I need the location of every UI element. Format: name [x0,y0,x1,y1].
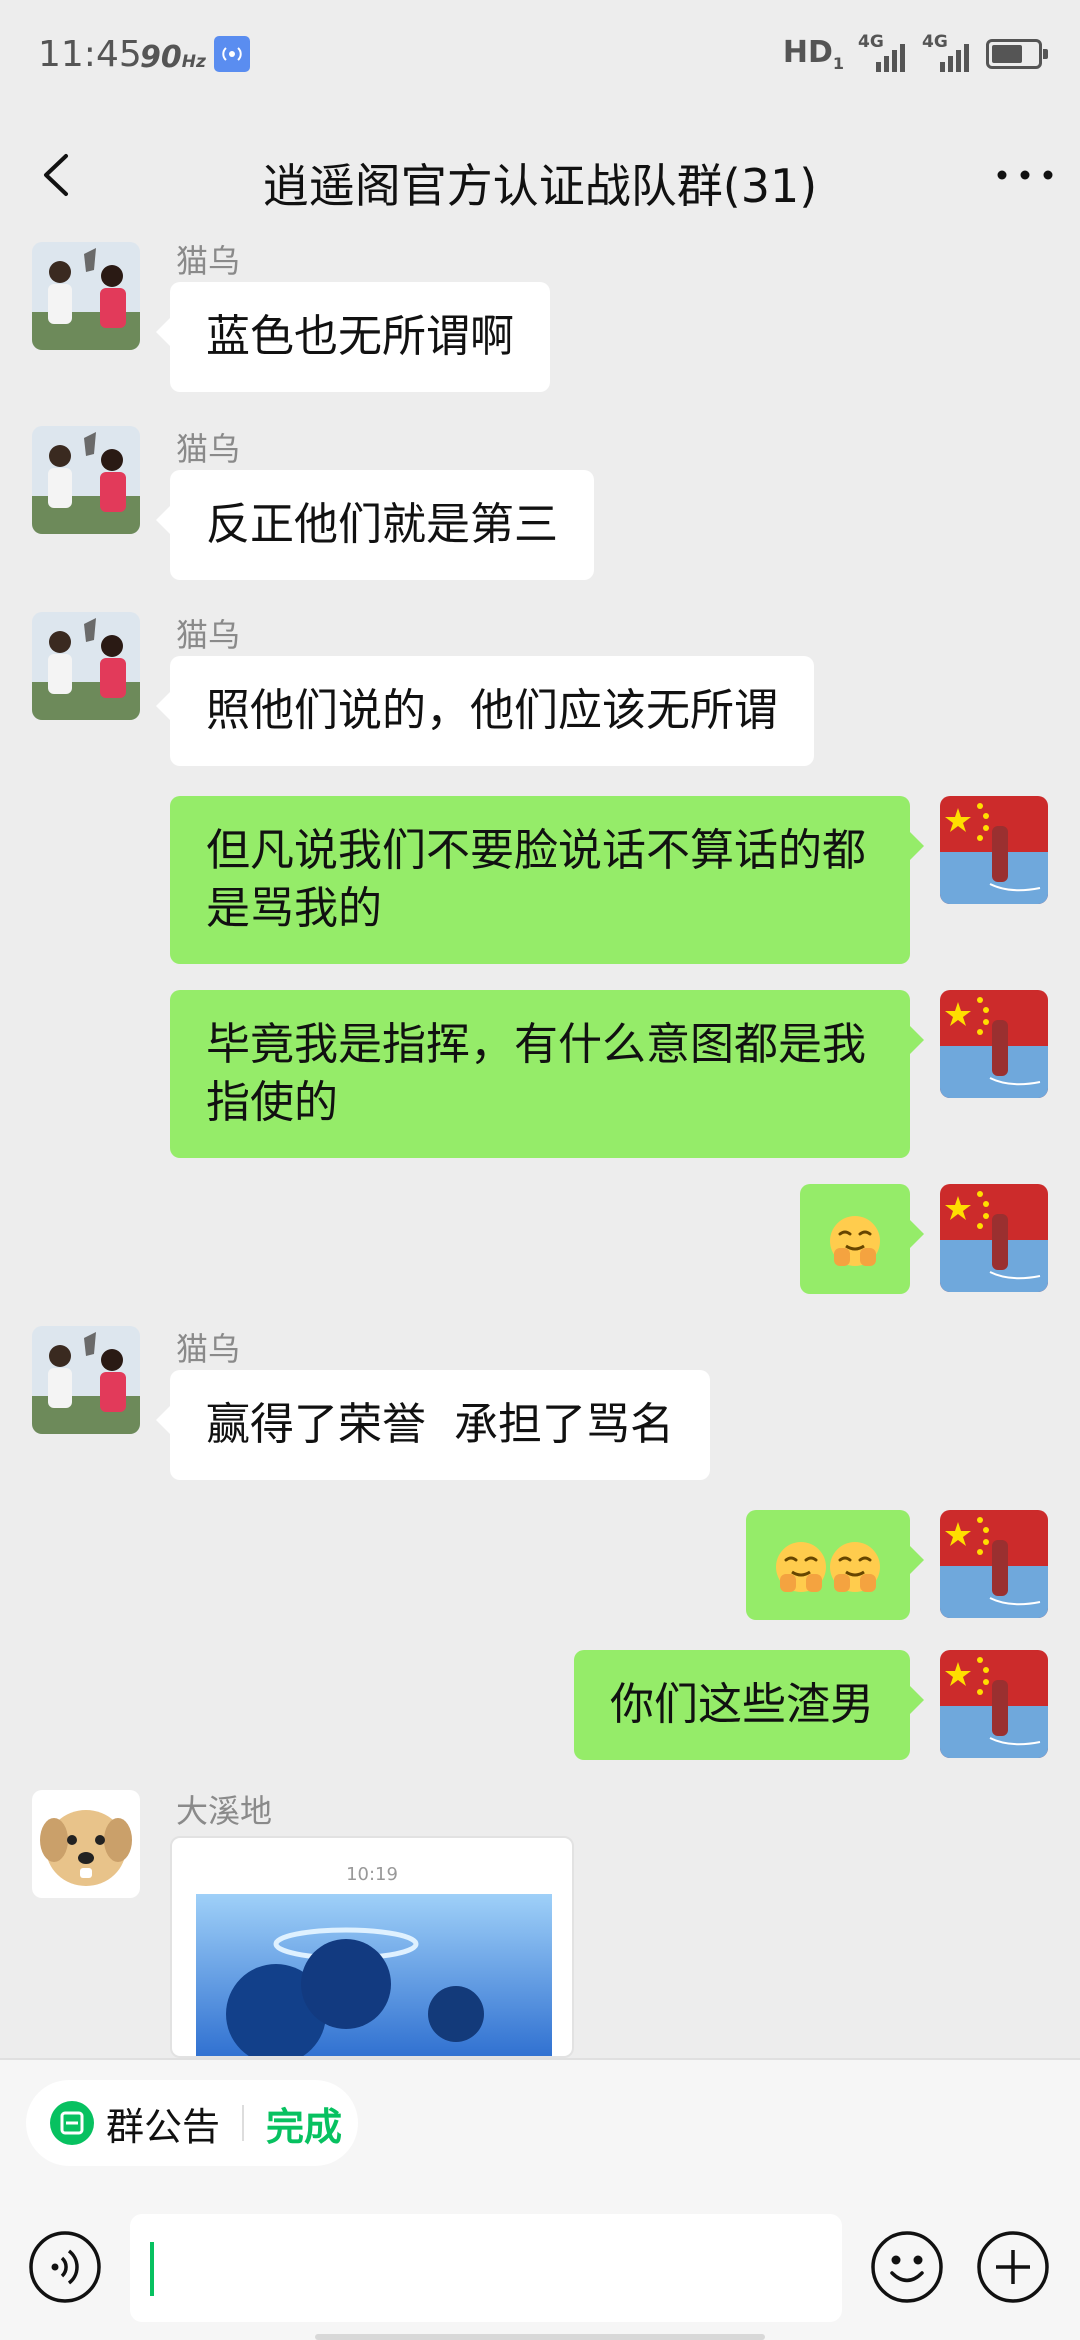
avatar[interactable] [940,990,1048,1098]
signal-icon-sim2: 4G [922,32,972,72]
message-bubble[interactable]: 蓝色也无所谓啊 [156,282,550,392]
message-bubble[interactable] [800,1184,924,1294]
more-button[interactable] [990,142,1060,208]
chat-header: 逍遥阁官方认证战队群(31) [0,110,1080,240]
emoji-button[interactable] [870,2230,944,2304]
smiley-icon [871,2231,943,2303]
image-card-time: 10:19 [346,1864,398,1885]
message-bubble[interactable]: 反正他们就是第三 [156,470,594,580]
battery-icon [986,39,1048,69]
plus-button[interactable] [976,2230,1050,2304]
more-dots-icon [997,170,1053,180]
avatar[interactable] [32,1326,140,1434]
message-bubble[interactable]: 毕竟我是指挥，有什么意图都是我 指使的 [170,990,924,1158]
avatar[interactable] [32,426,140,534]
group-announcement-chip[interactable]: 群公告 完成 [26,2080,358,2166]
nfc-icon [214,36,250,72]
avatar[interactable] [32,1790,140,1898]
message-bubble[interactable]: 你们这些渣男 [574,1650,924,1760]
voice-button[interactable] [28,2230,102,2304]
message-list[interactable]: 猫乌 蓝色也无所谓啊 猫乌 反正他们就是第三 猫乌 照他们说的，他们应该无所谓 … [0,240,1080,2058]
chat-title: 逍遥阁官方认证战队群(31) [262,159,818,213]
sender-name: 猫乌 [176,1330,241,1368]
input-area: 群公告 完成 [0,2058,1080,2340]
hd-indicator: HD1 [782,35,844,73]
message-bubble[interactable]: 但凡说我们不要脸说话不算话的都 是骂我的 [170,796,924,964]
signal-icon-sim1: 4G [858,32,908,72]
sender-name: 猫乌 [176,616,241,654]
message-bubble[interactable] [746,1510,924,1620]
shared-image [196,1894,552,2056]
divider [242,2105,245,2141]
message-text-line: 但凡说我们不要脸说话不算话的都 [206,825,866,876]
avatar[interactable] [32,612,140,720]
plus-icon [977,2231,1049,2303]
message-text-line: 毕竟我是指挥，有什么意图都是我 [206,1019,866,1070]
status-time: 11:45 [38,34,142,75]
status-bar: 11:45 90Hz HD1 4G 4G [0,0,1080,110]
announcement-icon [50,2101,94,2145]
smirk-hands-emoji [828,1214,882,1268]
message-text-line: 指使的 [206,1077,338,1128]
image-message-card[interactable]: 10:19 [170,1836,574,2058]
voice-icon [29,2231,101,2303]
sender-name: 猫乌 [176,242,241,280]
text-cursor [150,2242,154,2296]
avatar[interactable] [940,796,1048,904]
avatar[interactable] [940,1650,1048,1758]
message-text-line: 是骂我的 [206,883,382,934]
home-indicator[interactable] [315,2334,765,2340]
smirk-hands-emoji [774,1540,828,1594]
message-input[interactable] [130,2214,842,2322]
sender-name: 猫乌 [176,430,241,468]
announcement-label: 群公告 [106,2104,221,2149]
message-bubble[interactable]: 赢得了荣誉 承担了骂名 [156,1370,710,1480]
avatar[interactable] [940,1184,1048,1292]
refresh-rate: 90Hz [140,40,206,75]
avatar[interactable] [940,1510,1048,1618]
smirk-hands-emoji [828,1540,882,1594]
avatar[interactable] [32,242,140,350]
announcement-done-button[interactable]: 完成 [266,2096,342,2151]
sender-name: 大溪地 [176,1792,273,1830]
message-bubble[interactable]: 照他们说的，他们应该无所谓 [156,656,814,766]
